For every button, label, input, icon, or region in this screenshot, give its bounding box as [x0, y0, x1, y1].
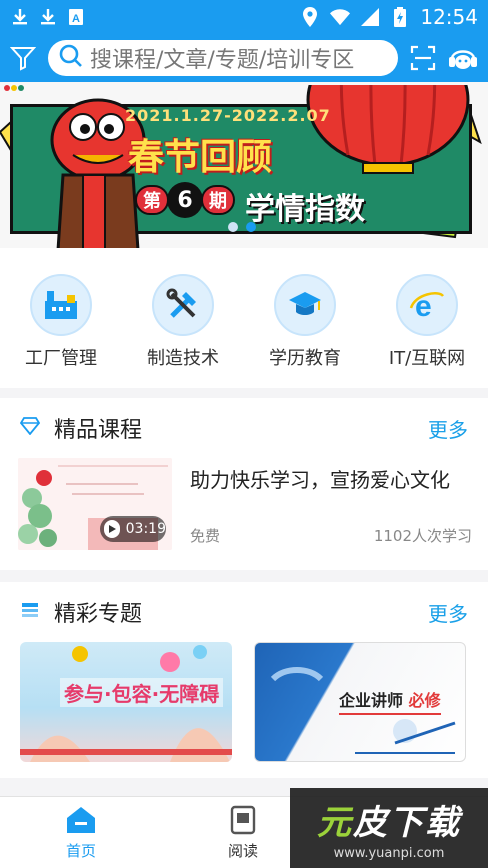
more-link[interactable]: 更多 [428, 414, 468, 443]
section-header: 精彩专题 更多 [0, 582, 488, 642]
featured-topics-section: 精彩专题 更多 参与·包容·无障碍 企业讲师 必修 [0, 582, 488, 778]
font-a-icon: A [66, 7, 86, 27]
category-factory-management[interactable]: 工厂管理 [6, 274, 116, 388]
filter-icon[interactable] [8, 43, 38, 73]
issue-prefix: 第 [135, 185, 169, 215]
graduation-cap-icon [274, 274, 336, 336]
topic-image-text: 企业讲师 必修 [339, 687, 441, 715]
section-header: 精品课程 更多 [0, 398, 488, 458]
pager-dot-active[interactable] [246, 222, 256, 232]
signal-icon [360, 7, 380, 27]
category-education[interactable]: 学历教育 [250, 274, 360, 388]
promo-banner[interactable]: 2021.1.27-2022.2.07 春节回顾 第 6 期 学情指数 [0, 82, 488, 248]
search-placeholder: 搜课程/文章/专题/培训专区 [90, 48, 355, 73]
topic-text-a: 企业讲师 [339, 691, 404, 710]
category-label: IT/互联网 [388, 348, 466, 369]
status-time: 12:54 [420, 5, 478, 29]
factory-icon [30, 274, 92, 336]
watermark-url: www.yuanpi.com [333, 846, 445, 861]
category-it-internet[interactable]: e IT/互联网 [372, 274, 482, 388]
nav-home[interactable]: 首页 [0, 797, 162, 868]
course-price: 免费 [190, 527, 221, 545]
topic-card[interactable]: 企业讲师 必修 [254, 642, 466, 762]
status-bar: A 12:54 [0, 0, 488, 34]
issue-number: 6 [167, 182, 203, 218]
internet-explorer-icon: e [396, 274, 458, 336]
download-icon [38, 7, 58, 27]
customer-service-icon[interactable] [446, 41, 480, 75]
wifi-icon [330, 7, 351, 27]
section-title: 精彩专题 [54, 602, 143, 627]
banner-subtitle: 学情指数 [245, 192, 365, 227]
search-input[interactable]: 搜课程/文章/专题/培训专区 [48, 40, 398, 76]
more-link[interactable]: 更多 [428, 598, 468, 627]
category-grid: 工厂管理 制造技术 学历教育 e IT/互联网 [0, 248, 488, 388]
topics-row: 参与·包容·无障碍 企业讲师 必修 [0, 642, 488, 762]
watermark-logo-a: 元 [317, 803, 353, 843]
location-icon [300, 7, 320, 27]
category-label: 学历教育 [269, 348, 341, 369]
featured-courses-section: 精品课程 更多 03:19 助力快乐学习，宣扬爱心文化 免费 1102人次学习 [0, 398, 488, 570]
nav-label: 首页 [65, 842, 96, 860]
course-thumbnail[interactable]: 03:19 [18, 458, 172, 550]
section-title: 精品课程 [54, 418, 143, 443]
book-icon [227, 804, 259, 836]
search-icon [58, 43, 84, 73]
banner-title: 春节回顾 [128, 137, 273, 178]
video-duration: 03:19 [100, 516, 166, 542]
course-learners: 1102人次学习 [373, 527, 472, 545]
pager-dot[interactable] [228, 222, 238, 232]
diamond-icon [19, 417, 41, 439]
tools-icon [152, 274, 214, 336]
watermark-logo-b: 皮下载 [353, 803, 461, 843]
download-icon [10, 7, 30, 27]
svg-text:A: A [72, 13, 80, 25]
play-icon [104, 520, 120, 538]
course-meta: 免费 1102人次学习 [190, 525, 472, 546]
topics-icon [20, 601, 40, 623]
category-label: 制造技术 [147, 348, 219, 369]
course-item[interactable]: 03:19 助力快乐学习，宣扬爱心文化 免费 1102人次学习 [0, 458, 488, 550]
topic-image-text: 参与·包容·无障碍 [60, 678, 224, 707]
category-manufacturing[interactable]: 制造技术 [128, 274, 238, 388]
scan-icon[interactable] [408, 43, 438, 73]
battery-icon [390, 7, 410, 27]
issue-suffix: 期 [201, 185, 235, 215]
nav-label: 阅读 [227, 842, 258, 860]
home-icon [65, 804, 97, 836]
duration-text: 03:19 [125, 521, 166, 537]
watermark-logo-text: 元皮下载 [317, 795, 461, 844]
course-info: 助力快乐学习，宣扬爱心文化 免费 1102人次学习 [190, 458, 472, 550]
banner-issue: 第 6 期 [135, 182, 235, 218]
watermark-logo: 元皮下载 www.yuanpi.com [290, 788, 488, 868]
banner-date: 2021.1.27-2022.2.07 [125, 106, 331, 125]
course-title[interactable]: 助力快乐学习，宣扬爱心文化 [190, 464, 472, 493]
top-header: 搜课程/文章/专题/培训专区 [0, 34, 488, 82]
topic-text-b: 必修 [408, 691, 441, 710]
category-label: 工厂管理 [25, 348, 97, 369]
banner-pager [228, 222, 256, 232]
topic-card[interactable]: 参与·包容·无障碍 [20, 642, 232, 762]
